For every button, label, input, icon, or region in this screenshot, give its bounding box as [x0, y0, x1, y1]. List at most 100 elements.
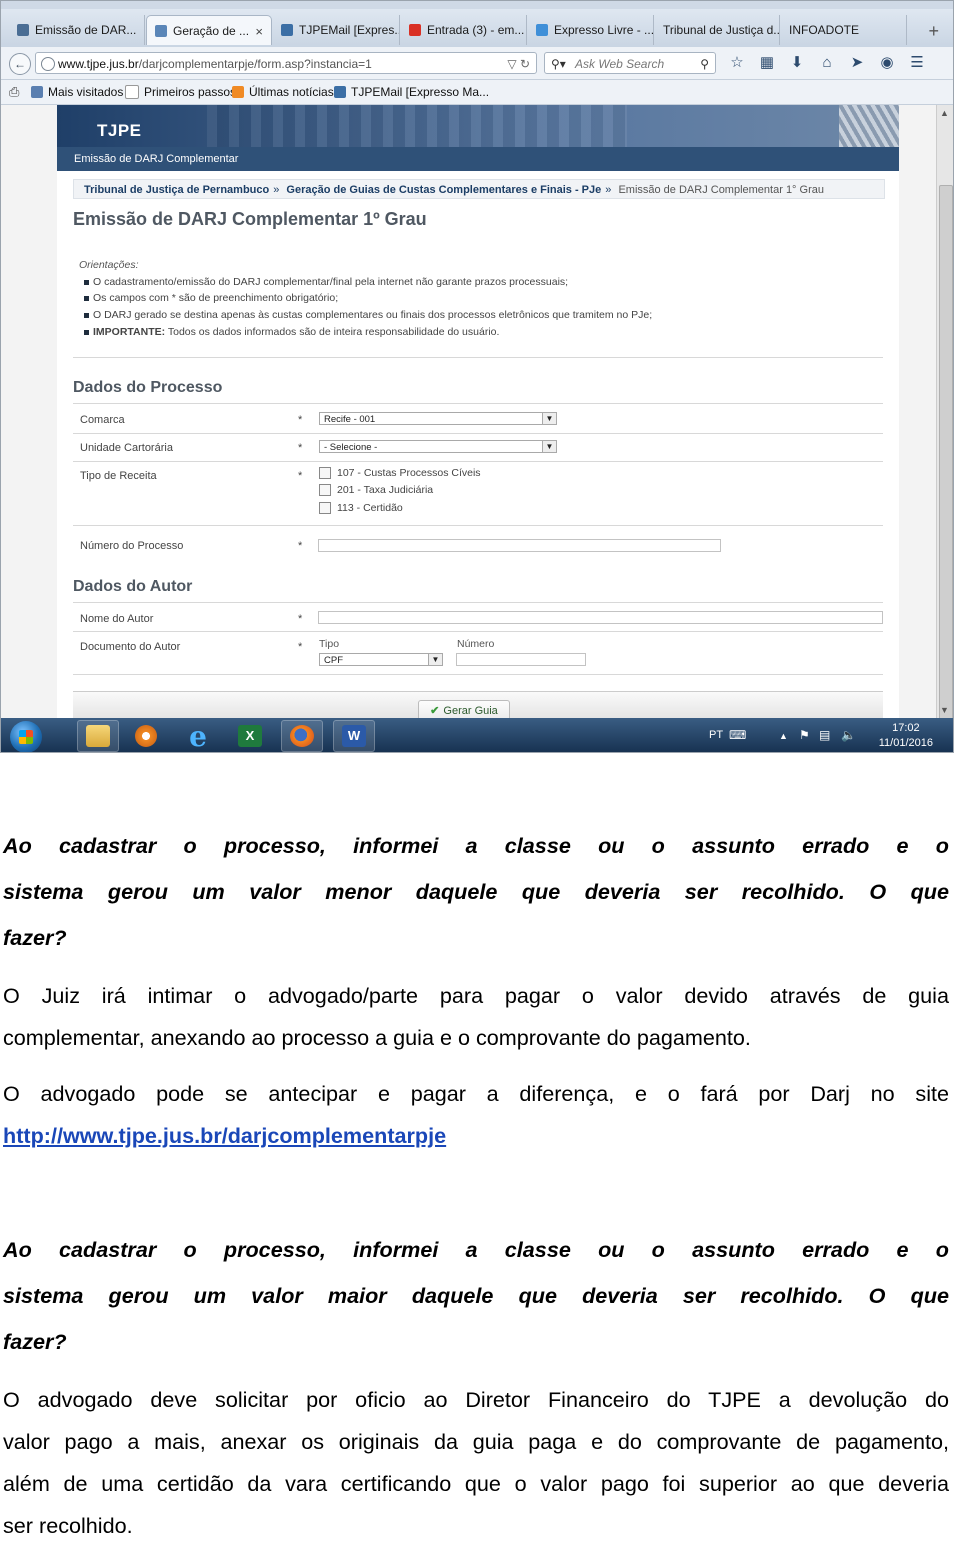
bookmark-tjpemail[interactable]: TJPEMail [Expresso Ma... [334, 85, 489, 99]
volume-icon[interactable]: 🔈 [841, 728, 856, 742]
taskbar-firefox[interactable] [281, 720, 323, 752]
answer-3: O advogado deve solicitar por oficio ao … [3, 1379, 949, 1547]
back-button[interactable]: ← [9, 53, 31, 75]
close-tab-icon[interactable]: × [255, 24, 263, 39]
scroll-up-icon[interactable]: ▲ [940, 108, 949, 118]
receita-checkbox-107[interactable]: 107 - Custas Processos Cíveis [319, 467, 481, 479]
bookmark-ultimas-noticias[interactable]: Últimas notícias [232, 85, 334, 99]
checkbox-label: 201 - Taxa Judiciária [337, 484, 434, 496]
printer-icon[interactable]: ⎙ [9, 84, 19, 100]
numero-documento-input[interactable] [456, 653, 586, 666]
taskbar-explorer[interactable] [77, 720, 119, 752]
tab-label: Tribunal de Justiça d... [663, 23, 780, 37]
show-hidden-icons-icon[interactable]: ▲ [779, 731, 788, 741]
checkbox[interactable] [319, 467, 331, 479]
unidade-select[interactable]: - Selecione - ▼ [319, 440, 557, 453]
checkbox[interactable] [319, 502, 331, 514]
bookmark-primeiros-passos[interactable]: Primeiros passos [125, 85, 236, 99]
globe-icon [41, 57, 55, 71]
taskbar-word[interactable]: W [333, 720, 375, 752]
home-icon[interactable]: ⌂ [817, 53, 837, 73]
question-line: Ao cadastrar o processo, informei a clas… [3, 1237, 949, 1262]
required-mark: * [298, 470, 303, 482]
required-mark: * [298, 442, 303, 454]
tab-entrada[interactable]: Entrada (3) - em... [401, 15, 527, 45]
tab-label: Geração de ... [173, 23, 250, 38]
menu-icon[interactable]: ☰ [907, 53, 927, 73]
system-tray: PT ⌨ ▲ ⚑ ▤ 🔈 17:02 11/01/2016 [693, 718, 953, 752]
star-icon[interactable]: ☆ [727, 53, 747, 73]
bookmarks-bar: ⎙ Mais visitados Primeiros passos Última… [1, 80, 953, 105]
tab-tribunal[interactable]: Tribunal de Justiça d... [655, 15, 780, 45]
divider [73, 525, 883, 526]
taskbar-excel[interactable]: X [229, 720, 271, 752]
list-item: O DARJ gerado se destina apenas às custa… [83, 307, 652, 324]
list-item: IMPORTANTE: Todos os dados informados sã… [83, 324, 652, 341]
gerar-guia-button[interactable]: ✔ Gerar Guia [418, 700, 510, 718]
firefox-icon [290, 725, 314, 747]
url-bar[interactable]: www.tjpe.jus.br/darjcomplementarpje/form… [35, 52, 537, 74]
navigation-bar: ← www.tjpe.jus.br/darjcomplementarpje/fo… [1, 47, 953, 80]
vertical-scrollbar[interactable]: ▲ ▼ [936, 105, 953, 737]
comarca-select[interactable]: Recife - 001 ▼ [319, 412, 557, 425]
language-indicator[interactable]: PT [709, 729, 723, 741]
new-tab-button[interactable]: + [928, 21, 939, 42]
flag-icon[interactable]: ⚑ [799, 728, 810, 742]
divider [73, 357, 883, 358]
web-content: TJPE Emissão de DARJ Complementar Tribun… [1, 105, 936, 718]
breadcrumb-item[interactable]: Geração de Guias de Custas Complementare… [286, 184, 601, 196]
checkbox[interactable] [319, 484, 331, 496]
search-input[interactable]: ⚲▾ Ask Web Search ⚲ [544, 52, 716, 74]
chat-icon[interactable]: ◉ [877, 53, 897, 73]
reload-icon[interactable]: ▽ ↻ [507, 53, 530, 75]
receita-checkbox-201[interactable]: 201 - Taxa Judiciária [319, 484, 433, 496]
search-engine-icon: ⚲▾ [551, 57, 566, 71]
start-button[interactable] [10, 721, 42, 752]
search-icon[interactable]: ⚲ [700, 53, 709, 75]
tab-expresso-livre[interactable]: Expresso Livre - ... [528, 15, 654, 45]
page-icon [155, 24, 167, 37]
network-icon[interactable]: ▤ [819, 728, 830, 742]
tab-infoadote[interactable]: INFOADOTE [781, 15, 907, 45]
important-text: Todos os dados informados são de inteira… [165, 325, 500, 338]
excel-icon: X [238, 725, 262, 747]
bookmark-mais-visitados[interactable]: Mais visitados [31, 85, 123, 99]
divider [73, 631, 883, 632]
download-icon[interactable]: ⬇ [787, 53, 807, 73]
bookmark-label: Mais visitados [48, 85, 124, 99]
numero-label: Número [457, 638, 495, 650]
tab-geracao[interactable]: Geração de ... × [146, 15, 272, 45]
tipo-documento-select[interactable]: CPF ▼ [319, 653, 443, 666]
bookmarks-icon[interactable]: ▦ [757, 53, 777, 73]
keyboard-icon[interactable]: ⌨ [729, 728, 746, 742]
taskbar-ie[interactable]: e [177, 720, 219, 753]
taskbar-media-player[interactable] [125, 720, 167, 752]
orientations-list: O cadastramento/emissão do DARJ compleme… [79, 274, 652, 341]
required-mark: * [298, 540, 303, 552]
share-icon[interactable]: ➤ [847, 53, 867, 73]
receita-checkbox-113[interactable]: 113 - Certidão [319, 502, 403, 514]
answer-line: O Juiz irá intimar o advogado/parte para… [3, 983, 949, 1008]
scroll-down-icon[interactable]: ▼ [940, 705, 949, 715]
url-host: www.tjpe.jus.br [58, 57, 139, 71]
required-mark: * [298, 613, 303, 625]
site-subtitle: Emissão de DARJ Complementar [57, 147, 899, 171]
mail-icon [281, 24, 293, 36]
answer-line: O advogado deve solicitar por oficio ao … [3, 1387, 949, 1412]
nome-autor-input[interactable] [318, 611, 883, 624]
tab-emissao-darj[interactable]: Emissão de DAR... [9, 15, 145, 45]
expresso-icon [536, 24, 548, 36]
numero-processo-input[interactable] [318, 539, 721, 552]
scroll-thumb[interactable] [939, 185, 953, 737]
clock[interactable]: 17:02 11/01/2016 [879, 721, 933, 751]
list-item: Os campos com * são de preenchimento obr… [83, 290, 652, 307]
answer-line: O advogado pode se antecipar e pagar a d… [3, 1081, 949, 1106]
media-player-icon [135, 725, 157, 747]
breadcrumb-separator: » [273, 184, 280, 196]
unidade-label: Unidade Cartorária [80, 442, 173, 454]
darj-link[interactable]: http://www.tjpe.jus.br/darjcomplementarp… [3, 1123, 446, 1148]
question-line: sistema gerou um valor maior daquele que… [3, 1283, 949, 1308]
checkbox-label: 113 - Certidão [337, 502, 403, 514]
breadcrumb-item[interactable]: Tribunal de Justiça de Pernambuco [84, 184, 269, 196]
tab-tjpemail[interactable]: TJPEMail [Expres... [273, 15, 400, 45]
